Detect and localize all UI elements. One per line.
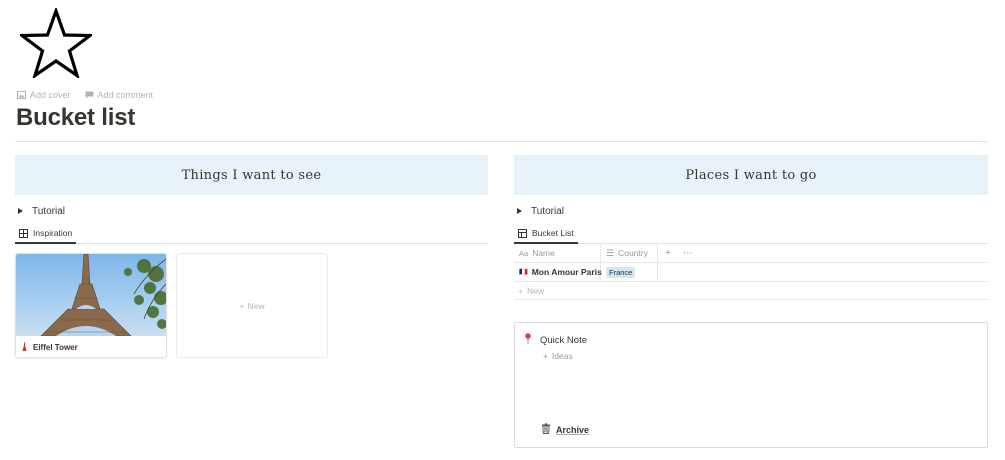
tab-bucket-list[interactable]: Bucket List — [514, 224, 578, 244]
country-tag: France — [606, 266, 636, 278]
new-label: New — [247, 300, 265, 311]
right-header-text: Places I want to go — [685, 167, 817, 183]
table-header: Aa Name ☰ Country + ⋯ — [514, 244, 988, 263]
cell-country[interactable]: France — [601, 263, 658, 281]
archive-link[interactable]: Archive — [541, 423, 589, 436]
france-flag-icon: 🇫🇷 — [519, 269, 528, 276]
page-title[interactable]: Bucket list — [16, 104, 135, 132]
plus-icon: + — [239, 300, 245, 311]
add-comment-label: Add comment — [97, 90, 154, 100]
comment-icon — [85, 91, 94, 99]
archive-label: Archive — [556, 424, 590, 435]
page-meta-actions: Add cover Add comment — [17, 90, 153, 100]
trash-icon — [541, 423, 551, 436]
add-ideas-button[interactable]: + Ideas — [543, 351, 573, 361]
plus-icon: + — [543, 351, 548, 361]
left-header-text: Things I want to see — [181, 167, 322, 183]
add-property-icon[interactable]: + — [665, 248, 671, 259]
right-tutorial-toggle[interactable]: Tutorial — [514, 203, 988, 219]
tab-inspiration-label: Inspiration — [33, 228, 73, 238]
add-cover-label: Add cover — [30, 90, 71, 100]
triangle-right-icon — [18, 208, 23, 214]
column-country-label: Country — [618, 248, 648, 258]
title-divider — [15, 141, 988, 142]
new-gallery-item-button[interactable]: + New — [176, 253, 328, 358]
eiffel-tower-cover-image — [16, 254, 166, 336]
table-row[interactable]: 🇫🇷 Mon Amour Paris France — [514, 263, 988, 282]
left-callout-header: Things I want to see — [15, 155, 488, 195]
right-column: Places I want to go Tutorial Bucket List… — [514, 155, 988, 300]
pushpin-icon — [524, 333, 532, 347]
left-column: Things I want to see Tutorial Inspiratio… — [15, 155, 488, 358]
column-header-name[interactable]: Aa Name — [514, 244, 601, 262]
triangle-right-icon — [517, 208, 522, 214]
column-name-label: Name — [532, 248, 555, 258]
card-title: Eiffel Tower — [16, 336, 166, 357]
table-header-actions: + ⋯ — [658, 244, 693, 262]
more-options-icon[interactable]: ⋯ — [683, 248, 693, 259]
right-view-tabs: Bucket List — [514, 224, 988, 244]
add-comment-button[interactable]: Add comment — [85, 90, 154, 100]
image-icon — [17, 91, 26, 99]
tower-icon — [21, 341, 28, 353]
right-callout-header: Places I want to go — [514, 155, 988, 195]
left-toggle-label: Tutorial — [32, 205, 65, 217]
left-tutorial-toggle[interactable]: Tutorial — [15, 203, 488, 219]
tab-inspiration[interactable]: Inspiration — [15, 224, 77, 244]
quick-note-title[interactable]: Quick Note — [524, 333, 587, 347]
star-icon[interactable] — [17, 6, 95, 80]
left-view-tabs: Inspiration — [15, 224, 488, 244]
card-title-text: Eiffel Tower — [33, 342, 78, 352]
quick-note-title-text: Quick Note — [540, 334, 587, 346]
new-row-button[interactable]: + New — [514, 282, 988, 300]
table-icon — [518, 228, 527, 238]
add-ideas-label: Ideas — [551, 351, 573, 361]
gallery: Eiffel Tower + New — [15, 253, 488, 358]
list-icon: ☰ — [606, 247, 615, 258]
gallery-card[interactable]: Eiffel Tower — [15, 253, 167, 358]
new-row-label: New — [526, 285, 544, 296]
cell-name[interactable]: 🇫🇷 Mon Amour Paris — [514, 263, 602, 281]
cell-name-text: Mon Amour Paris — [531, 267, 602, 277]
tab-bucket-list-label: Bucket List — [532, 228, 574, 238]
right-toggle-label: Tutorial — [531, 205, 564, 217]
quick-note-box: Quick Note + Ideas Archive — [514, 322, 988, 448]
text-property-icon: Aa — [519, 248, 529, 258]
gallery-icon — [19, 228, 28, 238]
column-header-country[interactable]: ☰ Country — [601, 244, 658, 262]
plus-icon: + — [518, 285, 523, 296]
add-cover-button[interactable]: Add cover — [17, 90, 71, 100]
